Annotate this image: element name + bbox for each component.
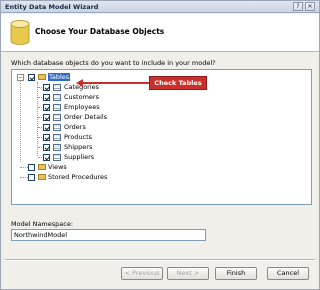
database-icon [10, 20, 30, 45]
tables-label: Tables [48, 73, 71, 81]
model-namespace-input[interactable] [11, 229, 206, 241]
table-checkbox[interactable] [43, 104, 50, 111]
tables-checkbox[interactable] [28, 74, 35, 81]
check-tables-callout: Check Tables [149, 76, 207, 90]
table-checkbox[interactable] [43, 114, 50, 121]
table-label: Orders [64, 123, 86, 131]
table-label: Employees [64, 103, 100, 111]
folder-icon [38, 74, 46, 80]
collapse-icon[interactable]: − [17, 74, 24, 81]
table-label: Customers [64, 93, 99, 101]
finish-button[interactable]: Finish [215, 267, 257, 280]
stored-procedures-label: Stored Procedures [48, 173, 108, 181]
previous-button[interactable]: < Previous [121, 267, 163, 280]
table-icon [53, 104, 61, 111]
table-icon [53, 144, 61, 151]
folder-icon [38, 174, 46, 180]
tree-connector [20, 80, 21, 162]
table-label: Order Details [64, 113, 108, 121]
minimize-icon[interactable]: ? [293, 2, 303, 11]
table-icon [53, 124, 61, 131]
close-icon[interactable]: ✕ [305, 2, 315, 11]
table-checkbox[interactable] [43, 124, 50, 131]
tree-node-table[interactable]: Employees [34, 103, 154, 112]
views-label: Views [48, 163, 67, 171]
tree-node-table[interactable]: Categories [34, 83, 154, 92]
tree-node-table[interactable]: Suppliers [34, 153, 154, 162]
callout-arrow-head-icon [76, 79, 83, 87]
table-icon [53, 84, 61, 91]
tree-node-table[interactable]: Shippers [34, 143, 154, 152]
title-bar: Entity Data Model Wizard ? ✕ [1, 1, 319, 13]
instruction-text: Which database objects do you want to in… [11, 59, 216, 67]
tree-node-table[interactable]: Order Details [34, 113, 154, 122]
table-icon [53, 114, 61, 121]
tree-node-table[interactable]: Customers [34, 93, 154, 102]
table-label: Suppliers [64, 153, 95, 161]
table-checkbox[interactable] [43, 144, 50, 151]
tree-node-views[interactable]: Views [16, 163, 136, 172]
table-icon [53, 134, 61, 141]
table-checkbox[interactable] [43, 94, 50, 101]
tree-node-table[interactable]: Orders [34, 123, 154, 132]
callout-arrow [81, 82, 149, 84]
tree-node-stored-procedures[interactable]: Stored Procedures [16, 173, 156, 182]
tree-node-table[interactable]: Products [34, 133, 154, 142]
model-namespace-label: Model Namespace: [11, 220, 74, 228]
table-checkbox[interactable] [43, 154, 50, 161]
table-checkbox[interactable] [43, 134, 50, 141]
next-button[interactable]: Next > [167, 267, 209, 280]
table-checkbox[interactable] [43, 84, 50, 91]
folder-icon [38, 164, 46, 170]
footer-divider [5, 259, 315, 261]
page-title: Choose Your Database Objects [35, 27, 165, 36]
window-title: Entity Data Model Wizard [5, 3, 99, 11]
wizard-header: Choose Your Database Objects [1, 14, 319, 52]
stored-procedures-checkbox[interactable] [28, 174, 35, 181]
table-icon [53, 94, 61, 101]
table-icon [53, 154, 61, 161]
table-label: Products [64, 133, 93, 141]
views-checkbox[interactable] [28, 164, 35, 171]
wizard-window: Entity Data Model Wizard ? ✕ Choose Your… [0, 0, 320, 290]
cancel-button[interactable]: Cancel [267, 267, 309, 280]
table-label: Shippers [64, 143, 93, 151]
